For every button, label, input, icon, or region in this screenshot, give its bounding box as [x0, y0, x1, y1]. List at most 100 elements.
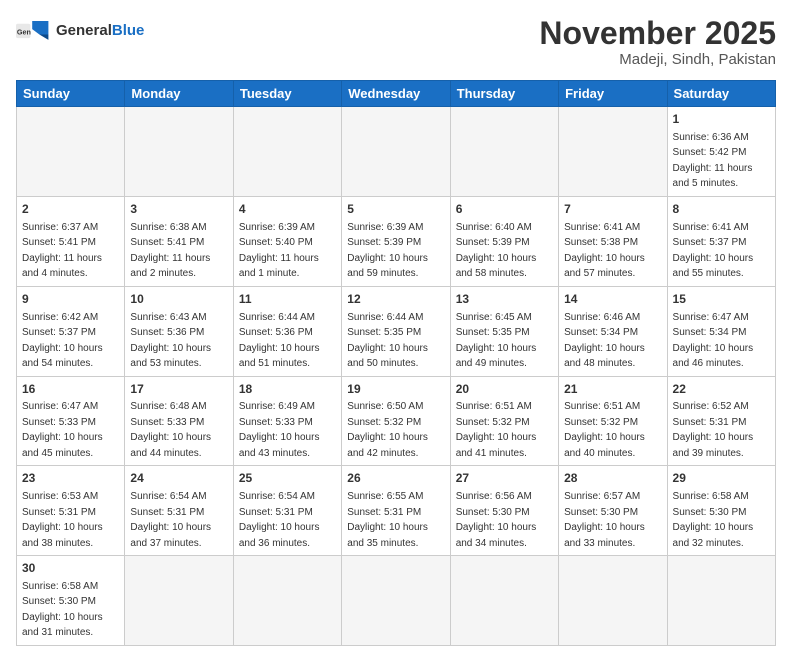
- day-number: 16: [22, 381, 119, 398]
- day-number: 6: [456, 201, 553, 218]
- day-number: 13: [456, 291, 553, 308]
- calendar-cell: [342, 107, 450, 197]
- day-number: 2: [22, 201, 119, 218]
- day-number: 5: [347, 201, 444, 218]
- calendar-week-row: 9Sunrise: 6:42 AM Sunset: 5:37 PM Daylig…: [17, 286, 776, 376]
- calendar-cell: [17, 107, 125, 197]
- calendar-cell: 25 Sunrise: 6:54 AM Sunset: 5:31 PM Dayli…: [233, 466, 341, 556]
- col-header-thursday: Thursday: [450, 81, 558, 107]
- day-number: 18: [239, 381, 336, 398]
- day-number: 22: [673, 381, 770, 398]
- calendar-week-row: 1 Sunrise: 6:36 AM Sunset: 5:42 PM Daylig…: [17, 107, 776, 197]
- calendar-cell: [233, 107, 341, 197]
- page-header: Gen GeneralBlue November 2025 Madeji, Si…: [16, 16, 776, 68]
- calendar-cell: 6 Sunrise: 6:40 AM Sunset: 5:39 PM Daylig…: [450, 196, 558, 286]
- calendar-cell: 13Sunrise: 6:45 AM Sunset: 5:35 PM Dayli…: [450, 286, 558, 376]
- calendar-cell: 26 Sunrise: 6:55 AM Sunset: 5:31 PM Dayli…: [342, 466, 450, 556]
- day-info: Sunrise: 6:42 AM Sunset: 5:37 PM Dayligh…: [22, 312, 103, 370]
- logo: Gen GeneralBlue: [16, 16, 144, 44]
- location: Madeji, Sindh, Pakistan: [539, 51, 776, 68]
- calendar-cell: 5 Sunrise: 6:39 AM Sunset: 5:39 PM Daylig…: [342, 196, 450, 286]
- day-info: Sunrise: 6:41 AM Sunset: 5:37 PM Dayligh…: [673, 222, 754, 280]
- day-info: Sunrise: 6:46 AM Sunset: 5:34 PM Dayligh…: [564, 312, 645, 370]
- calendar-cell: 20 Sunrise: 6:51 AM Sunset: 5:32 PM Dayli…: [450, 376, 558, 466]
- day-number: 1: [673, 111, 770, 128]
- calendar-cell: 2 Sunrise: 6:37 AM Sunset: 5:41 PM Daylig…: [17, 196, 125, 286]
- calendar-week-row: 16 Sunrise: 6:47 AM Sunset: 5:33 PM Dayli…: [17, 376, 776, 466]
- calendar-cell: 30 Sunrise: 6:58 AM Sunset: 5:30 PM Dayli…: [17, 556, 125, 646]
- calendar-header-row: SundayMondayTuesdayWednesdayThursdayFrid…: [17, 81, 776, 107]
- logo-text: GeneralBlue: [56, 22, 144, 39]
- calendar-cell: 11Sunrise: 6:44 AM Sunset: 5:36 PM Dayli…: [233, 286, 341, 376]
- day-number: 12: [347, 291, 444, 308]
- day-info: Sunrise: 6:50 AM Sunset: 5:32 PM Dayligh…: [347, 401, 428, 459]
- calendar-cell: 29Sunrise: 6:58 AM Sunset: 5:30 PM Dayli…: [667, 466, 775, 556]
- col-header-monday: Monday: [125, 81, 233, 107]
- day-number: 19: [347, 381, 444, 398]
- day-number: 8: [673, 201, 770, 218]
- day-info: Sunrise: 6:44 AM Sunset: 5:35 PM Dayligh…: [347, 312, 428, 370]
- calendar-cell: 24Sunrise: 6:54 AM Sunset: 5:31 PM Dayli…: [125, 466, 233, 556]
- calendar-cell: 10Sunrise: 6:43 AM Sunset: 5:36 PM Dayli…: [125, 286, 233, 376]
- day-number: 30: [22, 560, 119, 577]
- col-header-saturday: Saturday: [667, 81, 775, 107]
- day-info: Sunrise: 6:57 AM Sunset: 5:30 PM Dayligh…: [564, 491, 645, 549]
- day-number: 20: [456, 381, 553, 398]
- col-header-tuesday: Tuesday: [233, 81, 341, 107]
- day-number: 23: [22, 470, 119, 487]
- day-info: Sunrise: 6:56 AM Sunset: 5:30 PM Dayligh…: [456, 491, 537, 549]
- calendar-cell: 8 Sunrise: 6:41 AM Sunset: 5:37 PM Daylig…: [667, 196, 775, 286]
- calendar-cell: [559, 107, 667, 197]
- day-number: 27: [456, 470, 553, 487]
- day-number: 25: [239, 470, 336, 487]
- calendar-cell: [342, 556, 450, 646]
- calendar-cell: 28Sunrise: 6:57 AM Sunset: 5:30 PM Dayli…: [559, 466, 667, 556]
- calendar-week-row: 23 Sunrise: 6:53 AM Sunset: 5:31 PM Dayli…: [17, 466, 776, 556]
- calendar-cell: 1 Sunrise: 6:36 AM Sunset: 5:42 PM Daylig…: [667, 107, 775, 197]
- calendar-cell: 7Sunrise: 6:41 AM Sunset: 5:38 PM Daylig…: [559, 196, 667, 286]
- day-info: Sunrise: 6:40 AM Sunset: 5:39 PM Dayligh…: [456, 222, 537, 280]
- calendar-cell: 14 Sunrise: 6:46 AM Sunset: 5:34 PM Dayli…: [559, 286, 667, 376]
- day-number: 7: [564, 201, 661, 218]
- day-number: 26: [347, 470, 444, 487]
- calendar-cell: 22 Sunrise: 6:52 AM Sunset: 5:31 PM Dayli…: [667, 376, 775, 466]
- day-number: 17: [130, 381, 227, 398]
- title-block: November 2025 Madeji, Sindh, Pakistan: [539, 16, 776, 68]
- calendar-cell: [450, 556, 558, 646]
- calendar-cell: 21Sunrise: 6:51 AM Sunset: 5:32 PM Dayli…: [559, 376, 667, 466]
- calendar-cell: [450, 107, 558, 197]
- day-number: 3: [130, 201, 227, 218]
- col-header-friday: Friday: [559, 81, 667, 107]
- calendar-cell: 18 Sunrise: 6:49 AM Sunset: 5:33 PM Dayli…: [233, 376, 341, 466]
- day-info: Sunrise: 6:38 AM Sunset: 5:41 PM Dayligh…: [130, 222, 210, 280]
- day-number: 21: [564, 381, 661, 398]
- day-info: Sunrise: 6:47 AM Sunset: 5:34 PM Dayligh…: [673, 312, 754, 370]
- day-info: Sunrise: 6:51 AM Sunset: 5:32 PM Dayligh…: [456, 401, 537, 459]
- day-info: Sunrise: 6:47 AM Sunset: 5:33 PM Dayligh…: [22, 401, 103, 459]
- day-info: Sunrise: 6:39 AM Sunset: 5:39 PM Dayligh…: [347, 222, 428, 280]
- day-info: Sunrise: 6:55 AM Sunset: 5:31 PM Dayligh…: [347, 491, 428, 549]
- calendar-cell: 3 Sunrise: 6:38 AM Sunset: 5:41 PM Daylig…: [125, 196, 233, 286]
- day-info: Sunrise: 6:37 AM Sunset: 5:41 PM Dayligh…: [22, 222, 102, 280]
- calendar-cell: 15Sunrise: 6:47 AM Sunset: 5:34 PM Dayli…: [667, 286, 775, 376]
- calendar-cell: 27 Sunrise: 6:56 AM Sunset: 5:30 PM Dayli…: [450, 466, 558, 556]
- day-info: Sunrise: 6:36 AM Sunset: 5:42 PM Dayligh…: [673, 132, 753, 190]
- logo-icon: Gen: [16, 16, 52, 44]
- day-number: 10: [130, 291, 227, 308]
- col-header-wednesday: Wednesday: [342, 81, 450, 107]
- calendar-cell: [233, 556, 341, 646]
- day-info: Sunrise: 6:44 AM Sunset: 5:36 PM Dayligh…: [239, 312, 320, 370]
- day-info: Sunrise: 6:53 AM Sunset: 5:31 PM Dayligh…: [22, 491, 103, 549]
- day-info: Sunrise: 6:52 AM Sunset: 5:31 PM Dayligh…: [673, 401, 754, 459]
- calendar-cell: 12 Sunrise: 6:44 AM Sunset: 5:35 PM Dayli…: [342, 286, 450, 376]
- day-number: 14: [564, 291, 661, 308]
- calendar-table: SundayMondayTuesdayWednesdayThursdayFrid…: [16, 80, 776, 646]
- day-info: Sunrise: 6:39 AM Sunset: 5:40 PM Dayligh…: [239, 222, 319, 280]
- calendar-week-row: 30 Sunrise: 6:58 AM Sunset: 5:30 PM Dayli…: [17, 556, 776, 646]
- day-info: Sunrise: 6:58 AM Sunset: 5:30 PM Dayligh…: [22, 581, 103, 639]
- day-info: Sunrise: 6:54 AM Sunset: 5:31 PM Dayligh…: [239, 491, 320, 549]
- day-info: Sunrise: 6:49 AM Sunset: 5:33 PM Dayligh…: [239, 401, 320, 459]
- day-number: 4: [239, 201, 336, 218]
- col-header-sunday: Sunday: [17, 81, 125, 107]
- month-title: November 2025: [539, 16, 776, 51]
